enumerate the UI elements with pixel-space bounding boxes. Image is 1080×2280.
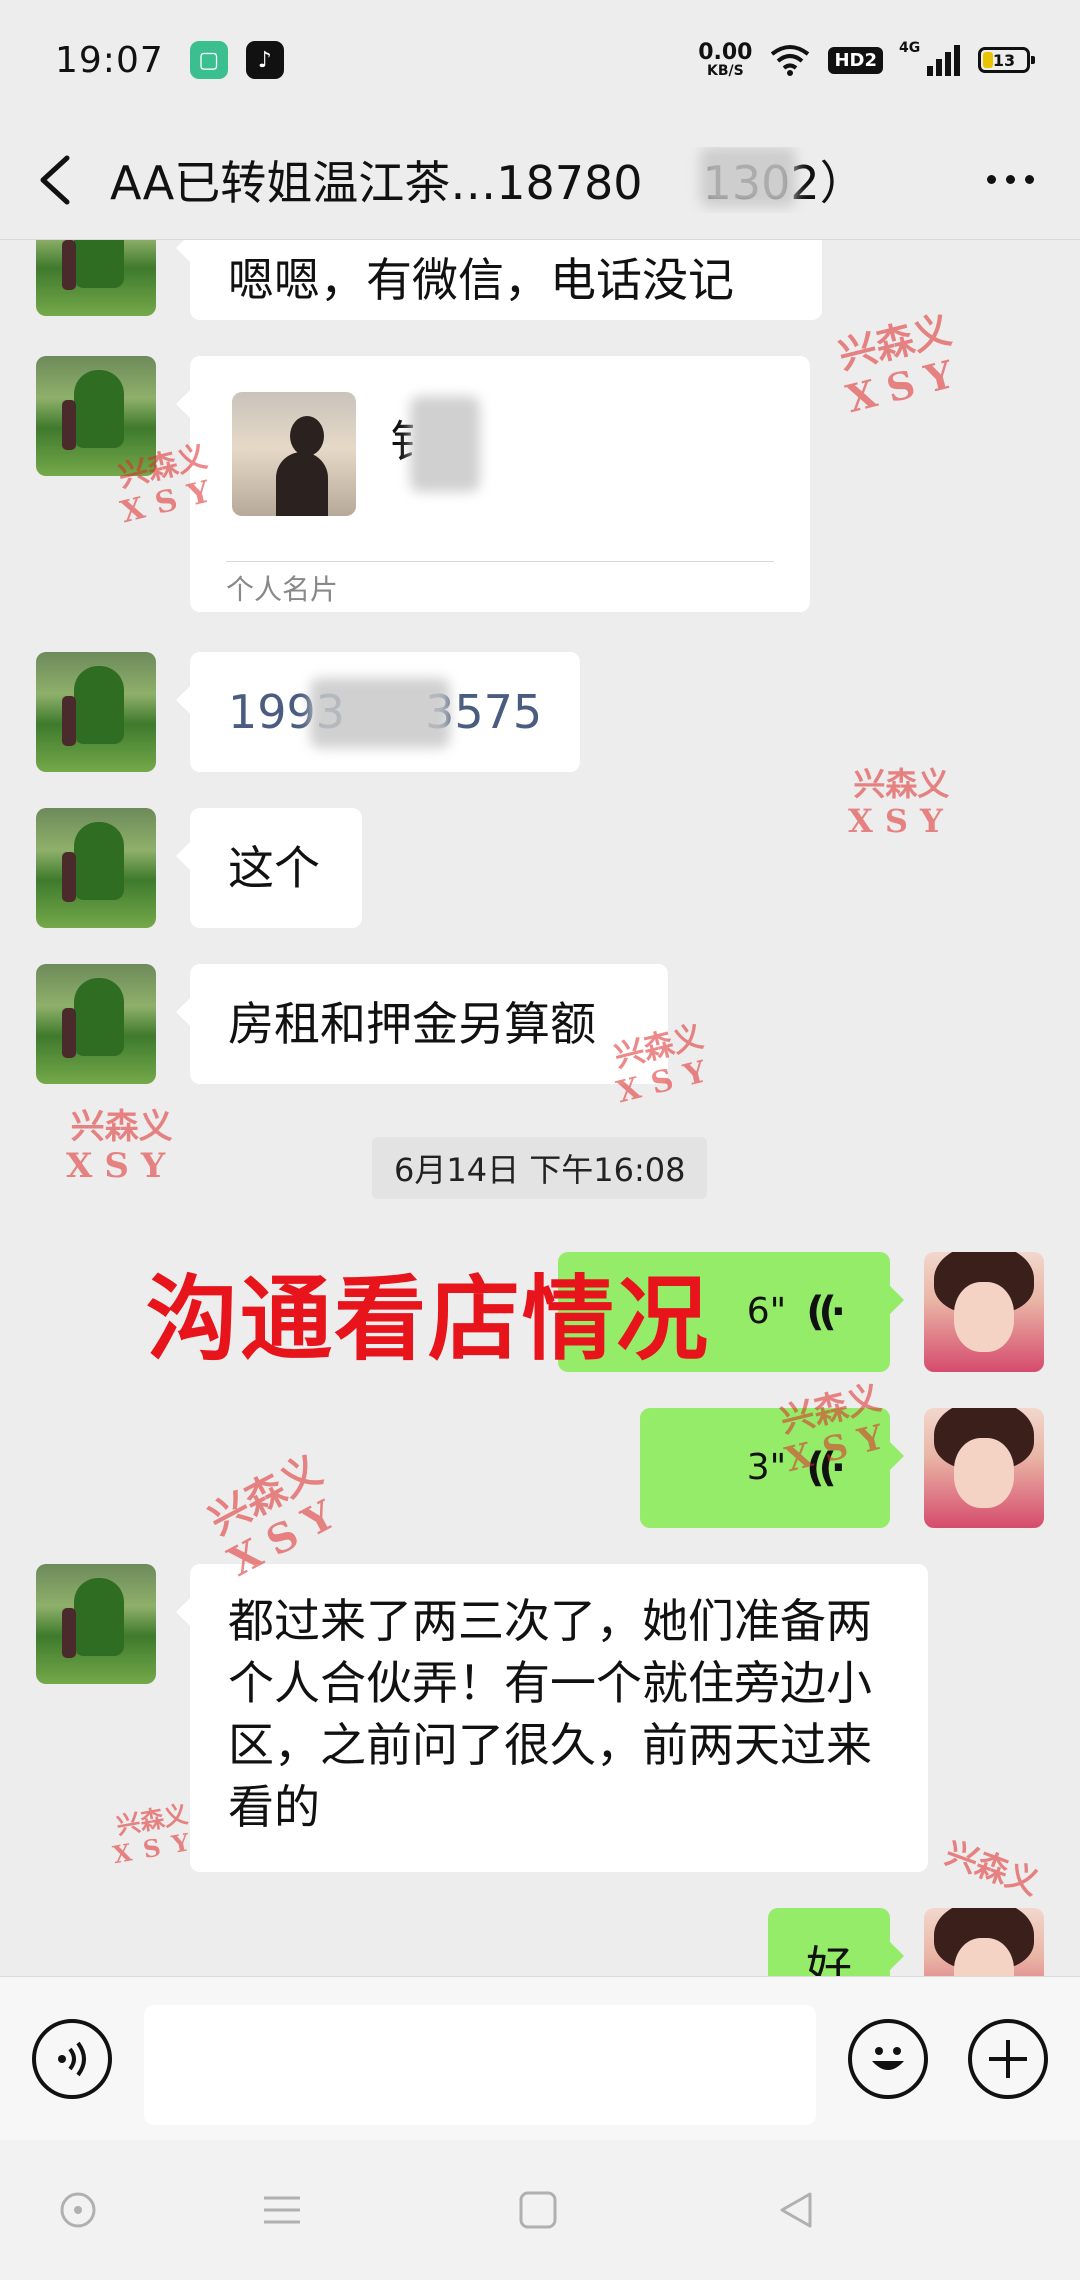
chat-header: AA已转姐温江茶…187801302）: [0, 120, 1080, 240]
chat-message-list[interactable]: 嗯嗯，有微信，电话没记 钅 个人名片 1993 3575 这个 房租和押金另算额…: [0, 240, 1080, 1976]
emoji-icon: [872, 2047, 904, 2070]
annotation-overlay-text: 沟通看店情况: [146, 1266, 711, 1373]
contact-card-message[interactable]: 钅 个人名片: [176, 356, 810, 612]
my-avatar[interactable]: [924, 1908, 1044, 1976]
card-profile-photo: [232, 392, 356, 516]
card-divider: [226, 561, 774, 562]
tiktok-icon: ♪: [245, 41, 284, 79]
message-text: 嗯嗯，有微信，电话没记: [228, 253, 734, 307]
back-button[interactable]: [0, 120, 110, 240]
timestamp-divider: 6月14日 下午16:08: [372, 1137, 708, 1199]
voice-input-icon: [58, 2041, 86, 2077]
message-bubble-incoming[interactable]: 房租和押金另算额: [176, 964, 668, 1084]
nav-home-button[interactable]: [508, 2180, 568, 2240]
watermark: 兴森义 XSY: [848, 765, 955, 840]
watermark: 兴森义 XSY: [66, 1107, 178, 1187]
redaction-blur: [410, 396, 480, 492]
contact-avatar[interactable]: [36, 964, 156, 1084]
battery-level: 13: [992, 50, 1016, 70]
redaction-blur: [310, 678, 450, 748]
triangle-back-icon: [780, 2192, 812, 2228]
contact-avatar[interactable]: [36, 652, 156, 772]
message-bubble-incoming[interactable]: 都过来了两三次了，她们准备两个人合伙弄！有一个就住旁边小区，之前问了很久，前两天…: [176, 1564, 928, 1872]
watermark: 兴森义: [940, 1833, 1044, 1903]
watermark: 兴森义 XSY: [110, 1799, 204, 1869]
more-functions-button[interactable]: [968, 2019, 1048, 2099]
voice-wave-icon: ((·: [806, 1289, 846, 1335]
message-bubble-incoming[interactable]: 嗯嗯，有微信，电话没记: [176, 240, 822, 320]
watermark: 兴森义 XSY: [831, 307, 969, 421]
circle-dot-icon: [60, 2192, 96, 2228]
hd-voice-badge: HD2: [828, 46, 883, 74]
message-input-bar: [0, 1976, 1080, 2140]
message-bubble-incoming[interactable]: 这个: [176, 808, 362, 928]
network-speed-value: 0.00: [698, 40, 753, 65]
voice-duration: 6": [746, 1291, 787, 1332]
voice-input-button[interactable]: [32, 2019, 112, 2099]
nav-assist-button[interactable]: [48, 2180, 108, 2240]
message-text: 好: [806, 1941, 852, 1976]
nav-back-button[interactable]: [766, 2180, 826, 2240]
wifi-icon: [771, 45, 810, 76]
network-type-label: 4G: [899, 40, 921, 56]
status-bar: 19:07 ▢ ♪ 0.00 KB/S HD2 4G 13: [0, 0, 1080, 120]
emoji-button[interactable]: [848, 2019, 928, 2099]
contact-avatar[interactable]: [36, 240, 156, 316]
more-dots-icon: [986, 175, 996, 184]
my-avatar[interactable]: [924, 1408, 1044, 1528]
nav-menu-button[interactable]: [252, 2180, 312, 2240]
status-time: 19:07: [55, 39, 164, 81]
message-text: 都过来了两三次了，她们准备两个人合伙弄！有一个就住旁边小区，之前问了很久，前两天…: [228, 1594, 872, 1834]
network-speed-unit: KB/S: [706, 63, 744, 79]
cell-signal-icon: 4G: [899, 40, 960, 76]
status-app-icons: ▢ ♪: [189, 41, 284, 79]
card-type-label: 个人名片: [226, 573, 339, 606]
message-bubble-incoming[interactable]: 1993 3575: [176, 652, 580, 772]
status-indicators: 0.00 KB/S HD2 4G 13: [698, 40, 1035, 79]
menu-lines-icon: [264, 2196, 300, 2224]
chat-title: AA已转姐温江茶…187801302）: [110, 146, 910, 213]
battery-icon: 13: [978, 47, 1035, 73]
my-avatar[interactable]: [924, 1252, 1044, 1372]
timestamp-text: 6月14日 下午16:08: [394, 1151, 686, 1189]
message-text: 房租和押金另算额: [228, 997, 596, 1051]
plus-icon: [989, 2040, 1027, 2078]
contact-avatar[interactable]: [36, 1564, 156, 1684]
more-options-button[interactable]: [940, 120, 1080, 240]
message-bubble-outgoing[interactable]: 好: [768, 1908, 904, 1976]
redaction-blur: [700, 146, 796, 207]
contact-avatar[interactable]: [36, 808, 156, 928]
chat-title-main: AA已转姐温江茶…18780: [110, 155, 643, 210]
system-nav-bar: [0, 2140, 1080, 2280]
voice-duration: 3": [746, 1447, 787, 1488]
square-home-icon: [519, 2191, 557, 2229]
network-speed: 0.00 KB/S: [698, 40, 753, 79]
message-text: 这个: [228, 841, 320, 895]
back-arrow-icon: [40, 155, 70, 204]
app-notification-icon: ▢: [189, 41, 228, 79]
message-text-input[interactable]: [144, 2005, 816, 2125]
